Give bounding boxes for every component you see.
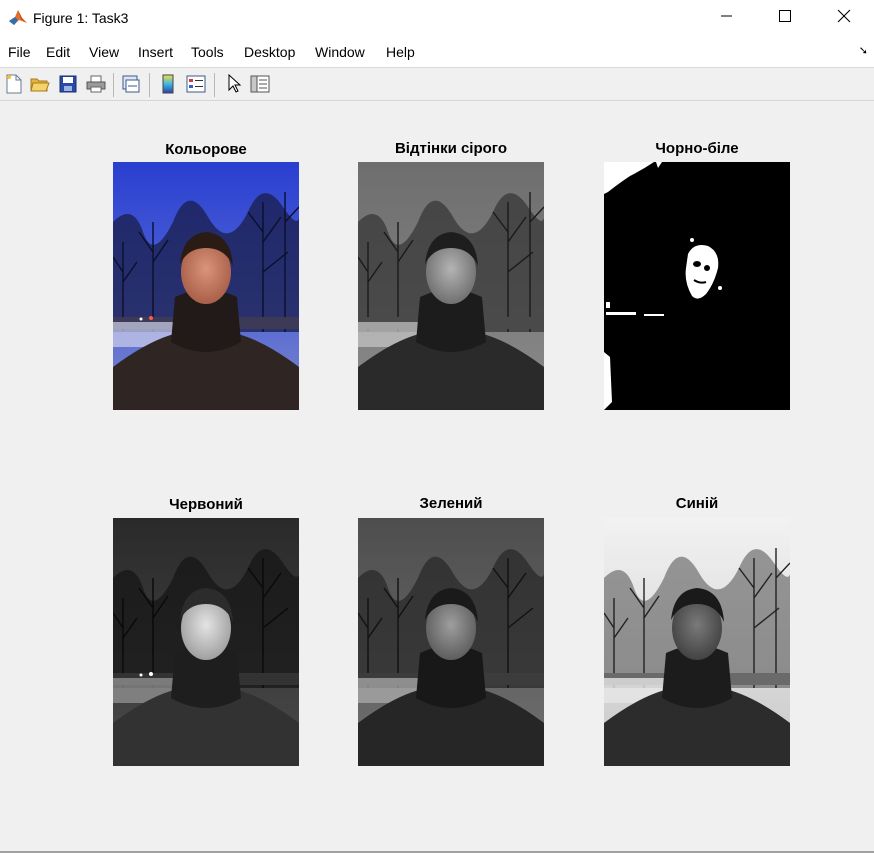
open-file-icon[interactable] xyxy=(29,73,51,95)
menu-insert[interactable]: Insert xyxy=(138,44,173,60)
dock-figure-icon[interactable]: ➘ xyxy=(859,44,868,57)
menu-bar: File Edit View Insert Tools Desktop Wind… xyxy=(0,36,874,68)
menu-help[interactable]: Help xyxy=(386,44,415,60)
image-red-channel[interactable] xyxy=(113,518,299,766)
minimize-button[interactable] xyxy=(698,0,756,36)
image-color[interactable] xyxy=(113,162,299,410)
menu-desktop[interactable]: Desktop xyxy=(244,44,295,60)
image-black-white[interactable] xyxy=(604,162,790,410)
menu-tools[interactable]: Tools xyxy=(191,44,224,60)
figure-toolbar xyxy=(0,68,874,101)
subplot-title-blue: Синій xyxy=(675,495,719,512)
save-icon[interactable] xyxy=(57,73,79,95)
menu-view[interactable]: View xyxy=(89,44,119,60)
menu-edit[interactable]: Edit xyxy=(46,44,70,60)
maximize-button[interactable] xyxy=(756,0,814,36)
image-green-channel[interactable] xyxy=(358,518,544,766)
subplot-title-binary: Чорно-біле xyxy=(655,140,739,157)
edit-plot-pointer-icon[interactable] xyxy=(223,73,245,95)
close-icon xyxy=(837,9,851,28)
print-icon[interactable] xyxy=(85,73,107,95)
insert-legend-icon[interactable] xyxy=(185,73,207,95)
maximize-icon xyxy=(779,9,791,27)
toolbar-separator xyxy=(214,73,215,97)
menu-window[interactable]: Window xyxy=(315,44,365,60)
menu-file[interactable]: File xyxy=(8,44,31,60)
subplot-title-gray: Відтінки сірого xyxy=(394,140,508,157)
subplot-title-red: Червоний xyxy=(169,496,243,513)
close-button[interactable] xyxy=(815,0,873,36)
subplot-title-green: Зелений xyxy=(419,495,483,512)
image-blue-channel[interactable] xyxy=(604,518,790,766)
window-titlebar[interactable]: Figure 1: Task3 xyxy=(0,0,874,36)
toolbar-separator xyxy=(113,73,114,97)
subplot-title-color: Кольорове xyxy=(165,141,247,158)
insert-colorbar-icon[interactable] xyxy=(157,73,179,95)
matlab-logo-icon xyxy=(8,8,28,28)
window-title: Figure 1: Task3 xyxy=(33,10,129,26)
property-inspector-icon[interactable] xyxy=(249,73,271,95)
new-figure-icon[interactable] xyxy=(3,73,25,95)
minimize-icon xyxy=(721,9,733,27)
image-grayscale[interactable] xyxy=(358,162,544,410)
link-plot-icon[interactable] xyxy=(120,73,142,95)
toolbar-separator xyxy=(149,73,150,97)
